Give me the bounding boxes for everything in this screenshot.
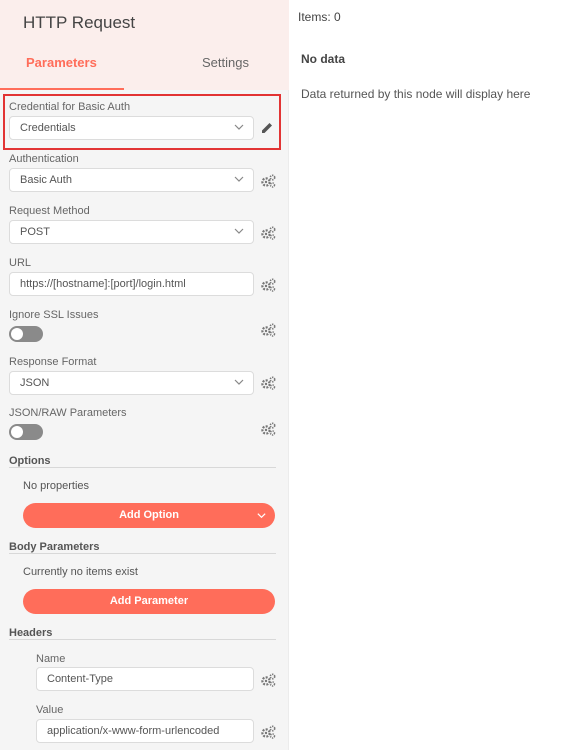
items-count: Items: 0 — [298, 10, 341, 24]
json-raw-toggle[interactable] — [9, 424, 43, 440]
request-method-value: POST — [20, 226, 50, 238]
gears-icon[interactable] — [260, 376, 276, 390]
chevron-down-icon — [234, 124, 244, 130]
authentication-select[interactable]: Basic Auth — [9, 168, 254, 192]
no-data-heading: No data — [301, 52, 346, 66]
headers-heading: Headers — [9, 627, 53, 639]
toggle-knob — [11, 328, 23, 340]
divider — [9, 467, 276, 468]
url-label: URL — [9, 257, 32, 269]
tab-parameters[interactable]: Parameters — [26, 55, 97, 70]
node-title: HTTP Request — [23, 13, 136, 32]
chevron-down-icon — [234, 176, 244, 182]
request-method-label: Request Method — [9, 205, 90, 217]
authentication-label: Authentication — [9, 153, 79, 165]
options-empty-text: No properties — [23, 480, 90, 492]
add-option-button[interactable]: Add Option — [23, 503, 275, 528]
gears-icon[interactable] — [260, 278, 276, 292]
parameters-panel: HTTP Request Parameters Settings Credent… — [0, 0, 289, 750]
chevron-down-icon — [257, 513, 266, 519]
options-heading: Options — [9, 455, 51, 467]
header-value-input[interactable]: application/x-www-form-urlencoded — [36, 719, 254, 743]
credential-label: Credential for Basic Auth — [9, 101, 131, 113]
node-header: HTTP Request Parameters Settings — [0, 0, 289, 90]
url-input[interactable]: https://[hostname]:[port]/login.html — [9, 272, 254, 296]
gears-icon[interactable] — [260, 323, 276, 337]
pencil-icon[interactable] — [260, 121, 274, 135]
divider — [9, 553, 276, 554]
active-tab-indicator — [0, 88, 124, 90]
header-value-label: Value — [36, 704, 64, 716]
add-parameter-button[interactable]: Add Parameter — [23, 589, 275, 614]
tab-settings[interactable]: Settings — [202, 55, 249, 70]
response-format-label: Response Format — [9, 356, 97, 368]
divider — [9, 639, 276, 640]
gears-icon[interactable] — [260, 174, 276, 188]
add-parameter-label: Add Parameter — [109, 595, 189, 607]
no-data-hint: Data returned by this node will display … — [301, 87, 531, 101]
header-name-label: Name — [36, 653, 66, 665]
chevron-down-icon — [234, 228, 244, 234]
ignore-ssl-toggle[interactable] — [9, 326, 43, 342]
response-format-value: JSON — [20, 377, 50, 389]
add-option-label: Add Option — [119, 509, 179, 521]
body-parameters-empty-text: Currently no items exist — [23, 566, 138, 578]
gears-icon[interactable] — [260, 422, 276, 436]
output-panel: Items: 0 No data Data returned by this n… — [290, 0, 562, 750]
chevron-down-icon — [234, 379, 244, 385]
gears-icon[interactable] — [260, 673, 276, 687]
credential-value: Credentials — [20, 122, 76, 134]
toggle-knob — [11, 426, 23, 438]
ignore-ssl-label: Ignore SSL Issues — [9, 309, 99, 321]
header-name-input[interactable]: Content-Type — [36, 667, 254, 691]
response-format-select[interactable]: JSON — [9, 371, 254, 395]
json-raw-label: JSON/RAW Parameters — [9, 407, 127, 419]
body-parameters-heading: Body Parameters — [9, 541, 100, 553]
request-method-select[interactable]: POST — [9, 220, 254, 244]
gears-icon[interactable] — [260, 226, 276, 240]
credential-select[interactable]: Credentials — [9, 116, 254, 140]
gears-icon[interactable] — [260, 725, 276, 739]
authentication-value: Basic Auth — [20, 174, 72, 186]
